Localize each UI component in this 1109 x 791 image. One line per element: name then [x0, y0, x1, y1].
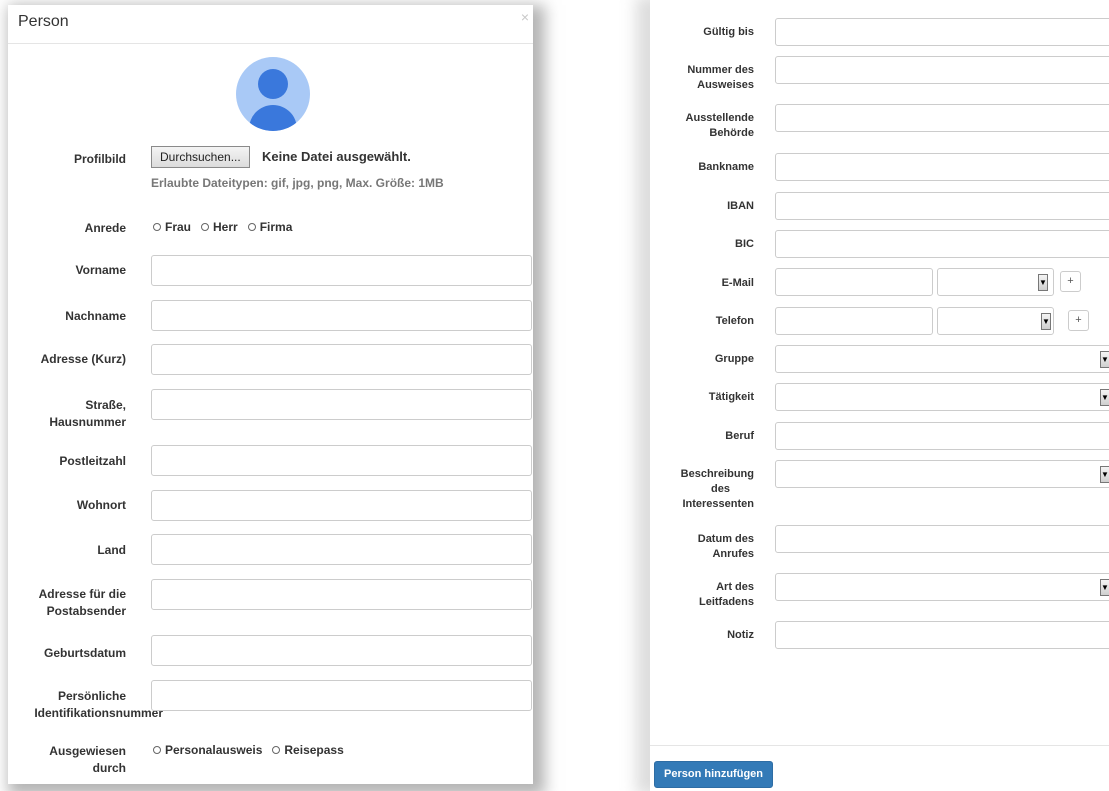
bic-input[interactable] — [775, 230, 1109, 258]
ausweisnummer-input[interactable] — [775, 56, 1109, 84]
strasse-input[interactable] — [151, 389, 532, 420]
chevron-down-icon[interactable]: ▼ — [1041, 313, 1051, 330]
radio-herr[interactable]: Herr — [201, 220, 238, 234]
id-label: Ausgewiesen durch — [49, 744, 126, 775]
email-label: E-Mail — [721, 277, 754, 289]
vorname-input[interactable] — [151, 255, 532, 286]
chevron-down-icon[interactable]: ▼ — [1100, 389, 1109, 406]
radio-reisepass[interactable]: Reisepass — [272, 743, 344, 757]
chevron-down-icon[interactable]: ▼ — [1100, 579, 1109, 596]
land-label: Land — [97, 543, 126, 557]
person-modal-continued: Gültig bis Nummer des Ausweises Ausstell… — [650, 0, 1109, 791]
radio-icon[interactable] — [153, 746, 161, 754]
vorname-label: Vorname — [75, 263, 126, 277]
gueltig-bis-input[interactable] — [775, 18, 1109, 46]
leitfaden-select[interactable] — [775, 573, 1109, 601]
add-email-button[interactable]: + — [1060, 271, 1081, 292]
adresse-kurz-input[interactable] — [151, 344, 532, 375]
radio-icon[interactable] — [247, 223, 256, 231]
modal-title: Person — [18, 13, 69, 30]
radio-personalausweis[interactable]: Personalausweis — [153, 743, 262, 757]
email-input[interactable] — [775, 268, 933, 296]
taetigkeit-label: Tätigkeit — [708, 391, 754, 403]
geburtsdatum-label: Geburtsdatum — [43, 646, 126, 660]
behoerde-label: Ausstellende Behörde — [685, 112, 754, 139]
ausweisnummer-label: Nummer des Ausweises — [687, 64, 754, 91]
behoerde-input[interactable] — [775, 104, 1109, 132]
iban-label: IBAN — [727, 200, 754, 212]
radio-icon[interactable] — [153, 223, 161, 231]
strasse-label: Straße, Hausnummer — [49, 398, 126, 429]
beruf-input[interactable] — [775, 422, 1109, 450]
chevron-down-icon[interactable]: ▼ — [1038, 274, 1048, 291]
avatar-placeholder-icon — [236, 57, 310, 131]
telefon-type-select[interactable] — [937, 307, 1054, 335]
telefon-input[interactable] — [775, 307, 933, 335]
person-modal: Person × Profilbild Durchsuchen... Keine… — [8, 5, 533, 784]
postabsender-input[interactable] — [151, 579, 532, 610]
datum-anruf-input[interactable] — [775, 525, 1109, 553]
gueltig-bis-label: Gültig bis — [703, 26, 754, 38]
notiz-textarea[interactable]: ⋰ — [775, 621, 1109, 649]
radio-frau[interactable]: Frau — [153, 220, 191, 234]
notiz-label: Notiz — [727, 629, 754, 641]
adresse-kurz-label: Adresse (Kurz) — [40, 352, 126, 366]
modal-header: Person × — [8, 5, 533, 44]
bic-label: BIC — [735, 238, 754, 250]
add-person-button[interactable]: Person hinzufügen — [654, 761, 773, 788]
pid-input[interactable] — [151, 680, 532, 711]
browse-file-button[interactable]: Durchsuchen... — [151, 146, 250, 168]
gruppe-select[interactable] — [775, 345, 1109, 373]
land-input[interactable] — [151, 534, 532, 565]
nachname-input[interactable] — [151, 300, 532, 331]
close-icon[interactable]: × — [521, 9, 529, 25]
wohnort-label: Wohnort — [76, 498, 126, 512]
chevron-down-icon[interactable]: ▼ — [1100, 351, 1109, 368]
id-radio-group: Personalausweis Reisepass — [153, 743, 354, 757]
add-telefon-button[interactable]: + — [1068, 310, 1089, 331]
beschreibung-label: Beschreibung des Interessenten — [680, 468, 754, 510]
plz-input[interactable] — [151, 445, 532, 476]
telefon-label: Telefon — [715, 315, 754, 327]
pid-label: Persönliche Identifikationsnummer — [34, 689, 163, 720]
file-status: Keine Datei ausgewählt. — [262, 149, 411, 164]
beruf-label: Beruf — [725, 430, 754, 442]
nachname-label: Nachname — [65, 309, 126, 323]
gruppe-label: Gruppe — [714, 353, 754, 365]
radio-icon[interactable] — [201, 223, 210, 231]
bankname-input[interactable] — [775, 153, 1109, 181]
salutation-label: Anrede — [84, 221, 126, 235]
postabsender-label: Adresse für die Postabsender — [38, 587, 126, 618]
plz-label: Postleitzahl — [59, 454, 126, 468]
bankname-label: Bankname — [698, 161, 754, 173]
email-type-select[interactable] — [937, 268, 1054, 296]
geburtsdatum-input[interactable] — [151, 635, 532, 666]
salutation-radio-group: Frau Herr Firma — [153, 220, 302, 234]
iban-input[interactable] — [775, 192, 1109, 220]
beschreibung-select[interactable] — [775, 460, 1109, 488]
taetigkeit-select[interactable] — [775, 383, 1109, 411]
radio-icon[interactable] — [272, 746, 281, 754]
leitfaden-label: Art des Leitfadens — [698, 581, 754, 608]
wohnort-input[interactable] — [151, 490, 532, 521]
chevron-down-icon[interactable]: ▼ — [1100, 466, 1109, 483]
radio-firma[interactable]: Firma — [247, 220, 292, 234]
file-hint: Erlaubte Dateitypen: gif, jpg, png, Max.… — [151, 176, 444, 190]
profile-label: Profilbild — [74, 152, 126, 166]
footer-divider — [650, 745, 1109, 746]
datum-anruf-label: Datum des Anrufes — [697, 533, 754, 560]
